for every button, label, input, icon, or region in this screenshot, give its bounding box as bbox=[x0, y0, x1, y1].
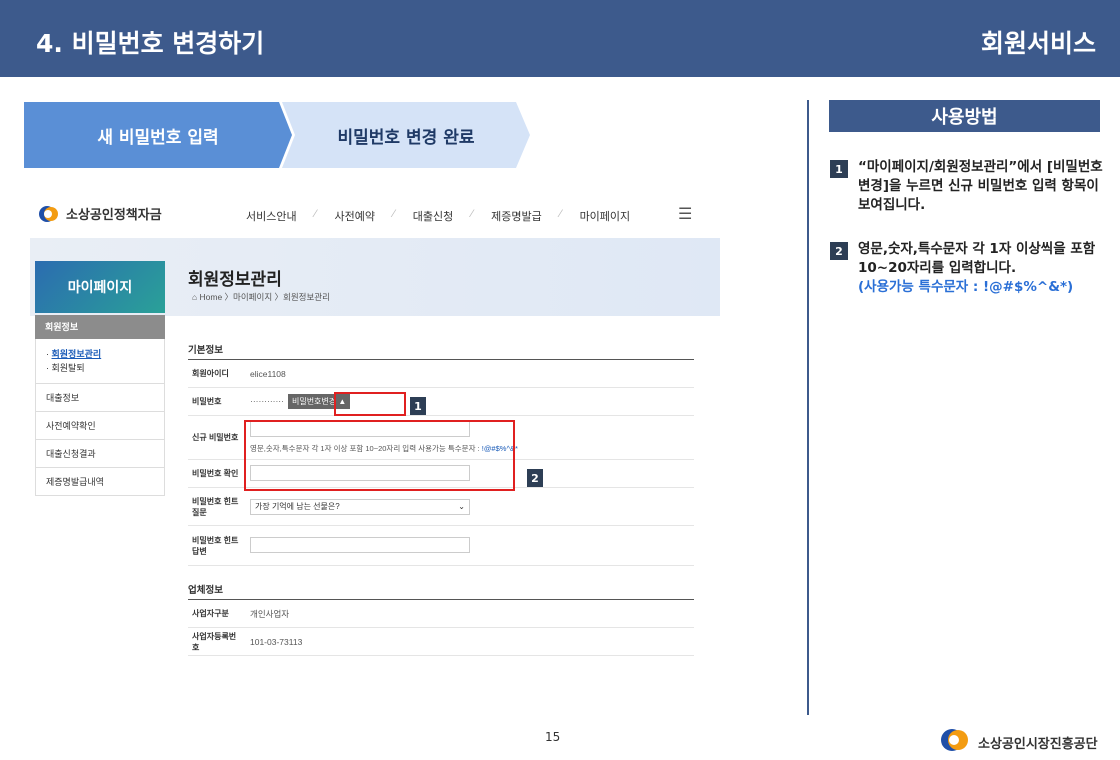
site-logo-text: 소상공인정책자금 bbox=[66, 207, 162, 222]
business-type-value: 개인사업자 bbox=[250, 608, 290, 619]
hint-question-label: 비밀번호 힌트 질문 bbox=[192, 496, 239, 517]
hint-answer-input[interactable] bbox=[250, 536, 470, 553]
basic-info-title: 기본정보 bbox=[188, 342, 694, 360]
highlight-new-password bbox=[244, 420, 515, 491]
step-new-password: 새 비밀번호 입력 bbox=[24, 102, 292, 168]
sidebar-link-member-info[interactable]: 회원정보관리 bbox=[52, 349, 102, 359]
sidebar-item-loan-info[interactable]: 대출정보 bbox=[35, 384, 165, 412]
business-reg-value: 101-03-73113 bbox=[250, 636, 303, 647]
page-number: 15 bbox=[545, 730, 561, 744]
sidebar-item-loan-result[interactable]: 대출신청결과 bbox=[35, 440, 165, 468]
nav-reservation[interactable]: 사전예약 bbox=[334, 208, 374, 224]
id-label: 회원아이디 bbox=[192, 369, 229, 378]
id-row: 회원아이디 elice1108 bbox=[188, 360, 694, 388]
nav-separator: ⁄ bbox=[559, 208, 562, 220]
sidebar-links: · 회원정보관리 · 회원탈퇴 bbox=[35, 339, 165, 384]
vertical-divider bbox=[807, 100, 809, 715]
tip-number: 2 bbox=[830, 242, 848, 260]
footer-logo-text: 소상공인시장진흥공단 bbox=[978, 736, 1098, 752]
hint-question-select[interactable]: 가장 기억에 남는 선물은? ⌄ bbox=[250, 498, 470, 515]
sidebar-section: 회원정보 bbox=[35, 315, 165, 339]
hint-answer-label: 비밀번호 힌트 답변 bbox=[192, 535, 239, 556]
business-info-title: 업체정보 bbox=[188, 582, 694, 600]
footer-logo-icon bbox=[940, 728, 970, 756]
member-form: 기본정보 회원아이디 elice1108 비밀번호 ············ 비밀… bbox=[188, 342, 694, 656]
tip-note: (사용가능 특수문자 : !@#$%^&*) bbox=[858, 279, 1074, 295]
usage-title: 사용방법 bbox=[829, 100, 1100, 132]
sidebar-title: 마이페이지 bbox=[35, 261, 165, 313]
nav-separator: ⁄ bbox=[471, 208, 474, 220]
step-change-complete: 비밀번호 변경 완료 bbox=[282, 102, 530, 168]
footer-logo: 소상공인시장진흥공단 bbox=[940, 728, 1098, 756]
logo-mark-icon bbox=[38, 205, 60, 223]
id-value: elice1108 bbox=[250, 368, 286, 379]
tip-number: 1 bbox=[830, 160, 848, 178]
sidebar-item-certificate[interactable]: 제증명발급내역 bbox=[35, 468, 165, 496]
business-type-row: 사업자구분 개인사업자 bbox=[188, 600, 694, 628]
nav-certificate[interactable]: 제증명발급 bbox=[491, 208, 542, 224]
password-value: ············ bbox=[250, 396, 284, 406]
tip-text: 영문,숫자,특수문자 각 1자 이상씩을 포함 10~20자리를 입력합니다. bbox=[858, 241, 1096, 276]
business-reg-row: 사업자등록번호 101-03-73113 bbox=[188, 628, 694, 656]
nav-separator: ⁄ bbox=[314, 208, 317, 220]
password-row: 비밀번호 ············ 비밀번호변경 ▲ bbox=[188, 388, 694, 416]
marker-1: 1 bbox=[410, 397, 426, 415]
site-page-title: 회원정보관리 bbox=[188, 270, 282, 289]
nav-service[interactable]: 서비스안내 bbox=[246, 208, 297, 224]
new-password-label: 신규 비밀번호 bbox=[192, 433, 239, 442]
page-heading: 4. 비밀번호 변경하기 bbox=[36, 29, 265, 58]
site-logo[interactable]: 소상공인정책자금 bbox=[38, 204, 162, 223]
home-icon[interactable]: ⌂ bbox=[192, 292, 200, 302]
header-category: 회원서비스 bbox=[980, 29, 1096, 58]
business-reg-label: 사업자등록번호 bbox=[192, 631, 237, 652]
nav-separator: ⁄ bbox=[392, 208, 395, 220]
breadcrumb: ⌂ Home 〉마이페이지 〉회원정보관리 bbox=[192, 291, 330, 303]
hint-question-row: 비밀번호 힌트 질문 가장 기억에 남는 선물은? ⌄ bbox=[188, 488, 694, 526]
tip-text: “마이페이지/회원정보관리”에서 [비밀번호변경]을 누르면 신규 비밀번호 입… bbox=[858, 159, 1103, 213]
password-label: 비밀번호 bbox=[192, 397, 222, 406]
marker-2: 2 bbox=[527, 469, 543, 487]
hamburger-menu-icon[interactable]: ☰ bbox=[678, 204, 692, 224]
breadcrumb-text: Home 〉마이페이지 〉회원정보관리 bbox=[199, 292, 330, 302]
usage-tip-1: 1 “마이페이지/회원정보관리”에서 [비밀번호변경]을 누르면 신규 비밀번호… bbox=[830, 158, 1105, 215]
highlight-change-button bbox=[334, 392, 406, 416]
sidebar-item-reservation[interactable]: 사전예약확인 bbox=[35, 412, 165, 440]
usage-tip-2: 2 영문,숫자,특수문자 각 1자 이상씩을 포함 10~20자리를 입력합니다… bbox=[830, 240, 1105, 297]
chevron-down-icon: ⌄ bbox=[458, 502, 465, 511]
sidebar: 회원정보 · 회원정보관리 · 회원탈퇴 대출정보 사전예약확인 대출신청결과 … bbox=[35, 315, 165, 496]
nav-mypage[interactable]: 마이페이지 bbox=[580, 208, 631, 224]
site-nav: 서비스안내 ⁄ 사전예약 ⁄ 대출신청 ⁄ 제증명발급 ⁄ 마이페이지 bbox=[246, 208, 630, 224]
sidebar-link-withdraw[interactable]: 회원탈퇴 bbox=[52, 363, 85, 373]
business-type-label: 사업자구분 bbox=[192, 609, 229, 618]
confirm-password-label: 비밀번호 확인 bbox=[192, 469, 239, 478]
hint-question-value: 가장 기억에 남는 선물은? bbox=[255, 502, 340, 511]
header-bar: 4. 비밀번호 변경하기 회원서비스 bbox=[0, 0, 1120, 77]
hint-answer-row: 비밀번호 힌트 답변 bbox=[188, 526, 694, 566]
nav-loan[interactable]: 대출신청 bbox=[413, 208, 453, 224]
